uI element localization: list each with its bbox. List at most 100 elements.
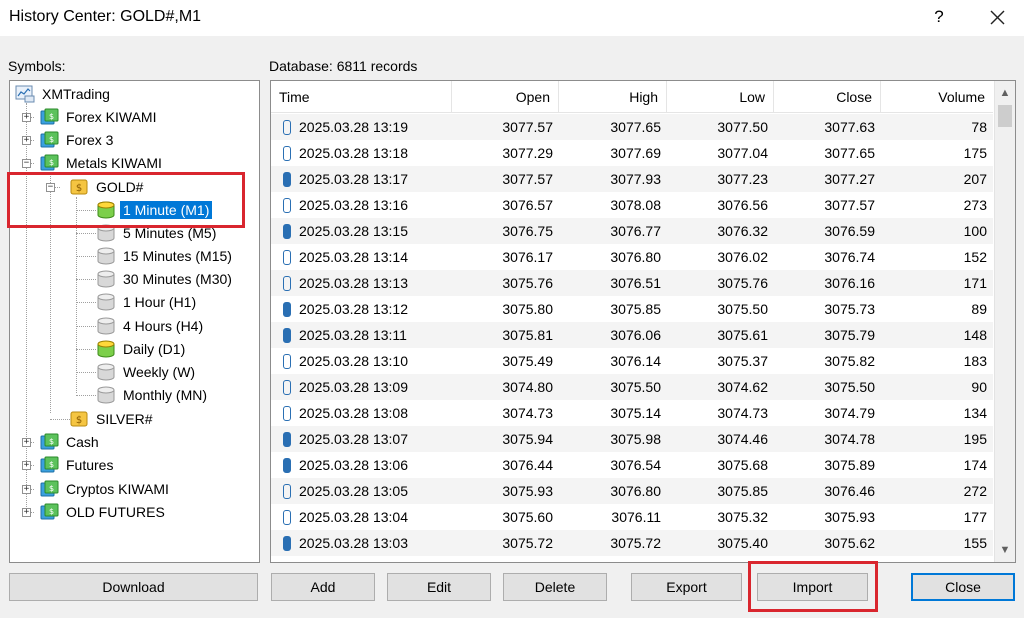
column-header-volume[interactable]: Volume xyxy=(881,81,993,113)
collapse-icon[interactable]: − xyxy=(22,159,31,168)
table-row[interactable]: 2025.03.28 13:18 3077.29 3077.69 3077.04 307… xyxy=(271,140,993,166)
cell-time: 2025.03.28 13:12 xyxy=(271,296,452,322)
tree-item-h4[interactable]: 4 Hours (H4) xyxy=(96,315,206,337)
cell-volume: 174 xyxy=(963,457,987,473)
tree-root-xmtrading[interactable]: XMTrading xyxy=(15,83,113,105)
export-button[interactable]: Export xyxy=(631,573,742,601)
bull-candle-icon xyxy=(283,197,291,213)
table-row[interactable]: 2025.03.28 13:06 3076.44 3076.54 3075.68 307… xyxy=(271,452,993,478)
table-row[interactable]: 2025.03.28 13:13 3075.76 3076.51 3075.76 307… xyxy=(271,270,993,296)
expand-icon[interactable]: + xyxy=(22,508,31,517)
column-header-high[interactable]: High xyxy=(559,81,667,113)
tree-item-futures[interactable]: $ Futures xyxy=(39,454,116,476)
cell-volume: 195 xyxy=(963,431,987,447)
download-button[interactable]: Download xyxy=(9,573,258,601)
svg-text:$: $ xyxy=(49,112,54,121)
expand-icon[interactable]: + xyxy=(22,485,31,494)
tree-item-m15[interactable]: 15 Minutes (M15) xyxy=(96,245,235,267)
tree-label: SILVER# xyxy=(96,411,153,427)
edit-button[interactable]: Edit xyxy=(387,573,491,601)
tree-item-cash[interactable]: $ Cash xyxy=(39,431,102,453)
cell-low: 3074.73 xyxy=(717,405,768,421)
expand-icon[interactable]: + xyxy=(22,438,31,447)
cell-low: 3075.32 xyxy=(717,509,768,525)
table-row[interactable]: 2025.03.28 13:07 3075.94 3075.98 3074.46 307… xyxy=(271,426,993,452)
table-row[interactable]: 2025.03.28 13:11 3075.81 3076.06 3075.61 307… xyxy=(271,322,993,348)
add-button[interactable]: Add xyxy=(271,573,375,601)
table-row[interactable]: 2025.03.28 13:10 3075.49 3076.14 3075.37 307… xyxy=(271,348,993,374)
tree-label: 1 Hour (H1) xyxy=(123,294,197,310)
tree-item-weekly[interactable]: Weekly (W) xyxy=(96,361,198,383)
cell-low: 3076.32 xyxy=(717,223,768,239)
table-row[interactable]: 2025.03.28 13:03 3075.72 3075.72 3075.40 307… xyxy=(271,530,993,556)
help-button[interactable]: ? xyxy=(926,4,952,30)
cell-low: 3076.56 xyxy=(717,197,768,213)
tree-item-silver[interactable]: $ SILVER# xyxy=(69,408,156,430)
expand-icon[interactable]: + xyxy=(22,113,31,122)
cell-open: 3077.57 xyxy=(502,119,553,135)
tree-item-d1[interactable]: Daily (D1) xyxy=(96,338,188,360)
cell-close: 3077.63 xyxy=(824,119,875,135)
tree-item-forex-3[interactable]: $ Forex 3 xyxy=(39,129,116,151)
cell-time: 2025.03.28 13:08 xyxy=(271,400,452,426)
time-value: 2025.03.28 13:04 xyxy=(299,509,408,525)
tree-item-h1[interactable]: 1 Hour (H1) xyxy=(96,291,199,313)
close-window-button[interactable] xyxy=(982,3,1012,31)
cell-close: 3076.46 xyxy=(824,483,875,499)
vertical-scrollbar[interactable]: ▲ ▼ xyxy=(994,81,1015,562)
cell-volume: 272 xyxy=(963,483,987,499)
tree-item-metals-kiwami[interactable]: $ Metals KIWAMI xyxy=(39,152,165,174)
symbols-tree[interactable]: XMTrading + $ Forex KIWAMI + $ Forex 3 −… xyxy=(9,80,260,563)
expand-icon[interactable]: + xyxy=(22,461,31,470)
cell-open: 3075.80 xyxy=(502,301,553,317)
cell-time: 2025.03.28 13:19 xyxy=(271,114,452,140)
cell-open: 3075.94 xyxy=(502,431,553,447)
table-row[interactable]: 2025.03.28 13:17 3077.57 3077.93 3077.23 307… xyxy=(271,166,993,192)
time-value: 2025.03.28 13:19 xyxy=(299,119,408,135)
svg-text:$: $ xyxy=(76,415,82,426)
bull-candle-icon xyxy=(283,249,291,265)
scroll-down-icon[interactable]: ▼ xyxy=(995,540,1015,560)
bear-candle-icon xyxy=(283,223,291,239)
tree-label: Futures xyxy=(66,457,114,473)
table-row[interactable]: 2025.03.28 13:19 3077.57 3077.65 3077.50 307… xyxy=(271,114,993,140)
time-value: 2025.03.28 13:12 xyxy=(299,301,408,317)
column-header-low[interactable]: Low xyxy=(667,81,774,113)
table-row[interactable]: 2025.03.28 13:14 3076.17 3076.80 3076.02 307… xyxy=(271,244,993,270)
table-row[interactable]: 2025.03.28 13:12 3075.80 3075.85 3075.50 307… xyxy=(271,296,993,322)
highlight-annotation-m1 xyxy=(7,172,245,228)
column-header-open[interactable]: Open xyxy=(452,81,559,113)
cell-volume: 152 xyxy=(963,249,987,265)
table-row[interactable]: 2025.03.28 13:15 3076.75 3076.77 3076.32 307… xyxy=(271,218,993,244)
tree-item-forex-kiwami[interactable]: $ Forex KIWAMI xyxy=(39,106,160,128)
table-row[interactable]: 2025.03.28 13:09 3074.80 3075.50 3074.62 307… xyxy=(271,374,993,400)
table-row[interactable]: 2025.03.28 13:08 3074.73 3075.14 3074.73 307… xyxy=(271,400,993,426)
tree-item-old-futures[interactable]: $ OLD FUTURES xyxy=(39,501,168,523)
expand-icon[interactable]: + xyxy=(22,136,31,145)
scroll-up-icon[interactable]: ▲ xyxy=(995,83,1015,103)
cell-high: 3075.98 xyxy=(610,431,661,447)
scroll-thumb[interactable] xyxy=(998,105,1012,127)
tree-item-m30[interactable]: 30 Minutes (M30) xyxy=(96,268,235,290)
column-header-close[interactable]: Close xyxy=(774,81,881,113)
folder-currency-icon: $ xyxy=(40,108,59,125)
close-button[interactable]: Close xyxy=(911,573,1015,601)
tree-label: Monthly (MN) xyxy=(123,387,208,403)
folder-currency-icon: $ xyxy=(40,503,59,520)
cell-time: 2025.03.28 13:03 xyxy=(271,530,452,556)
delete-button[interactable]: Delete xyxy=(503,573,607,601)
cell-high: 3076.11 xyxy=(611,509,661,525)
tree-item-monthly[interactable]: Monthly (MN) xyxy=(96,384,210,406)
history-grid[interactable]: Time Open High Low Close Volume 2025.03.… xyxy=(270,80,1016,563)
tree-item-cryptos-kiwami[interactable]: $ Cryptos KIWAMI xyxy=(39,478,172,500)
table-row[interactable]: 2025.03.28 13:04 3075.60 3076.11 3075.32 307… xyxy=(271,504,993,530)
table-row[interactable]: 2025.03.28 13:05 3075.93 3076.80 3075.85 307… xyxy=(271,478,993,504)
column-header-time[interactable]: Time xyxy=(271,81,452,113)
symbols-label: Symbols: xyxy=(8,58,66,74)
tree-label: Metals KIWAMI xyxy=(66,155,162,171)
table-row[interactable]: 2025.03.28 13:16 3076.57 3078.08 3076.56 307… xyxy=(271,192,993,218)
bull-candle-icon xyxy=(283,119,291,135)
cell-close: 3075.93 xyxy=(824,509,875,525)
time-value: 2025.03.28 13:03 xyxy=(299,535,408,551)
cell-close: 3074.78 xyxy=(824,431,875,447)
